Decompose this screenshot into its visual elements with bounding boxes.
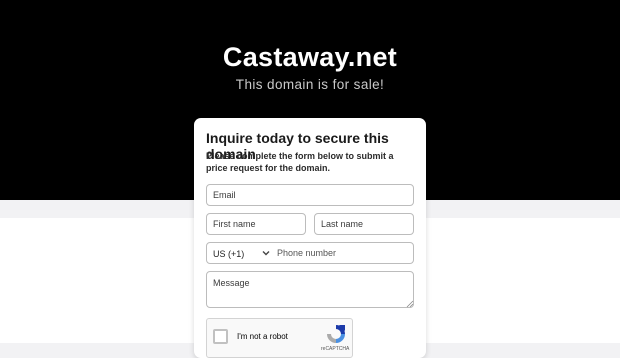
form-description: Please complete the form below to submit…: [206, 151, 394, 173]
resize-handle-icon[interactable]: [406, 300, 414, 308]
chevron-down-icon[interactable]: [261, 248, 271, 258]
recaptcha-logo-icon: [327, 325, 345, 343]
recaptcha-widget: I'm not a robot reCAPTCHA: [206, 318, 353, 358]
country-code-select[interactable]: US (+1): [213, 249, 244, 259]
first-name-field[interactable]: [206, 213, 306, 235]
recaptcha-label: I'm not a robot: [237, 332, 288, 341]
phone-number-field[interactable]: [273, 243, 419, 263]
message-field[interactable]: [206, 271, 414, 308]
last-name-field[interactable]: [314, 213, 414, 235]
domain-subtitle: This domain is for sale!: [235, 77, 385, 92]
phone-group: US (+1): [206, 242, 419, 264]
email-field[interactable]: [206, 184, 414, 206]
recaptcha-checkbox[interactable]: [213, 329, 228, 344]
domain-title: Castaway.net: [222, 42, 398, 72]
recaptcha-brand: reCAPTCHA: [321, 346, 350, 352]
inquiry-form-card: Inquire today to secure this domain Plea…: [194, 118, 426, 358]
